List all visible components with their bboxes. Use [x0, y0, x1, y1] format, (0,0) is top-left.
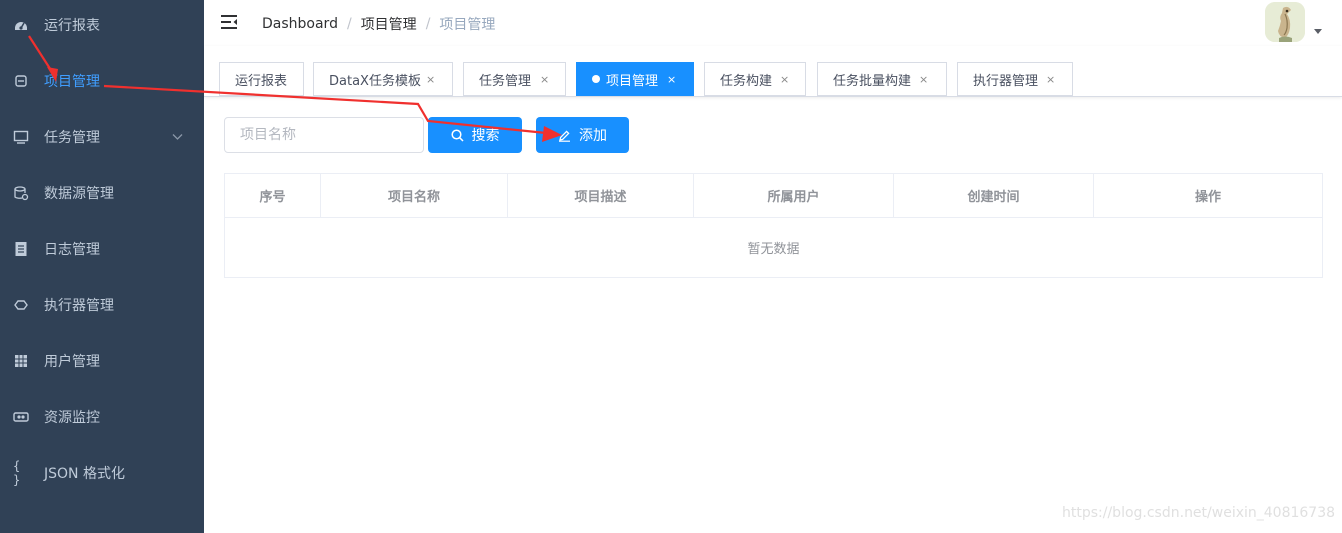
executor-icon	[13, 297, 29, 313]
close-icon[interactable]: ×	[780, 73, 789, 86]
app-root: 运行报表 项目管理 任务管理 数据源管理 日志管理 执行器管理 用户管理 资源监…	[0, 0, 1342, 533]
tag-task-build[interactable]: 任务构建 ×	[704, 62, 806, 96]
sidebar-item-json-format[interactable]: { } JSON 格式化	[0, 445, 204, 501]
breadcrumb-item-current: 项目管理	[439, 17, 496, 33]
breadcrumb-item-dashboard[interactable]: Dashboard	[262, 16, 338, 32]
table-header-row: 序号 项目名称 项目描述 所属用户 创建时间 操作	[225, 174, 1322, 218]
tag-label: 项目管理	[606, 73, 659, 89]
add-button-label: 添加	[579, 127, 607, 143]
caret-down-icon[interactable]	[1314, 29, 1322, 34]
sidebar-item-logs[interactable]: 日志管理	[0, 221, 204, 277]
close-icon[interactable]: ×	[426, 73, 435, 86]
navbar: Dashboard / 项目管理 / 项目管理	[204, 0, 1342, 46]
column-header-created-time: 创建时间	[894, 174, 1094, 217]
sidebar-item-dashboard[interactable]: 运行报表	[0, 0, 204, 53]
tags-view: 运行报表 DataX任务模板 × 任务管理 × 项目管理 × 任务构建 × 任务…	[204, 46, 1342, 97]
close-icon[interactable]: ×	[919, 73, 928, 86]
tag-label: 运行报表	[235, 73, 288, 89]
sidebar-item-label: 资源监控	[44, 410, 100, 426]
dashboard-icon	[13, 17, 29, 33]
search-button[interactable]: 搜索	[428, 117, 522, 153]
sidebar-item-label: 执行器管理	[44, 298, 114, 314]
monitor-icon	[13, 129, 29, 145]
column-header-owner: 所属用户	[694, 174, 894, 217]
add-button[interactable]: 添加	[536, 117, 629, 153]
sidebar-item-users[interactable]: 用户管理	[0, 333, 204, 389]
sidebar-item-label: 运行报表	[44, 18, 100, 34]
log-icon	[13, 241, 29, 257]
tag-label: 任务管理	[479, 73, 532, 89]
sidebar-item-label: 项目管理	[44, 74, 100, 90]
sidebar-item-tasks[interactable]: 任务管理	[0, 109, 204, 165]
tag-task-management[interactable]: 任务管理 ×	[463, 62, 566, 96]
watermark: https://blog.csdn.net/weixin_40816738	[1062, 505, 1336, 521]
column-header-project-description: 项目描述	[508, 174, 694, 217]
column-header-index: 序号	[225, 174, 321, 217]
table-empty-text: 暂无数据	[747, 242, 800, 257]
sidebar: 运行报表 项目管理 任务管理 数据源管理 日志管理 执行器管理 用户管理 资源监…	[0, 0, 204, 533]
user-grid-icon	[13, 353, 29, 369]
search-icon	[450, 128, 464, 142]
sidebar-item-label: JSON 格式化	[44, 466, 125, 482]
sidebar-item-executor[interactable]: 执行器管理	[0, 277, 204, 333]
column-header-actions: 操作	[1194, 190, 1221, 205]
edit-icon	[559, 129, 570, 142]
tag-dashboard[interactable]: 运行报表	[219, 62, 304, 96]
tag-task-batch-build[interactable]: 任务批量构建 ×	[817, 62, 947, 96]
tag-label: 任务批量构建	[833, 73, 912, 89]
tag-label: DataX任务模板	[329, 73, 421, 89]
close-icon[interactable]: ×	[667, 73, 676, 86]
column-header-project-name: 项目名称	[321, 174, 508, 217]
tag-label: 任务构建	[720, 73, 773, 89]
close-icon[interactable]: ×	[540, 73, 549, 86]
tag-label: 执行器管理	[973, 73, 1039, 89]
breadcrumb-separator: /	[425, 16, 431, 32]
close-icon[interactable]: ×	[1046, 73, 1055, 86]
search-button-label: 搜索	[471, 127, 500, 143]
breadcrumb-item-project[interactable]: 项目管理	[361, 14, 417, 34]
chevron-down-icon	[172, 129, 183, 145]
sidebar-item-label: 数据源管理	[44, 186, 114, 202]
active-dot-icon	[592, 75, 600, 83]
tag-datax-template[interactable]: DataX任务模板 ×	[313, 62, 453, 96]
project-icon	[13, 73, 29, 89]
sidebar-item-resource-monitor[interactable]: 资源监控	[0, 389, 204, 445]
sidebar-item-project[interactable]: 项目管理	[0, 53, 204, 109]
project-table: 序号 项目名称 项目描述 所属用户 创建时间 操作 暂无数据	[224, 173, 1323, 278]
tag-project-management[interactable]: 项目管理 ×	[576, 62, 694, 96]
resource-monitor-icon	[13, 409, 29, 425]
datasource-icon	[13, 185, 29, 201]
project-name-search-input[interactable]	[224, 117, 424, 153]
braces-icon: { }	[13, 459, 21, 487]
hamburger-toggle-icon[interactable]	[220, 13, 238, 31]
avatar[interactable]	[1265, 2, 1305, 42]
tag-executor-management[interactable]: 执行器管理 ×	[957, 62, 1073, 96]
breadcrumb-separator: /	[346, 16, 352, 32]
sidebar-item-label: 日志管理	[44, 242, 100, 258]
breadcrumb: Dashboard / 项目管理 / 项目管理	[262, 14, 495, 34]
sidebar-item-label: 用户管理	[44, 354, 100, 370]
sidebar-item-label: 任务管理	[44, 130, 100, 146]
sidebar-item-datasource[interactable]: 数据源管理	[0, 165, 204, 221]
